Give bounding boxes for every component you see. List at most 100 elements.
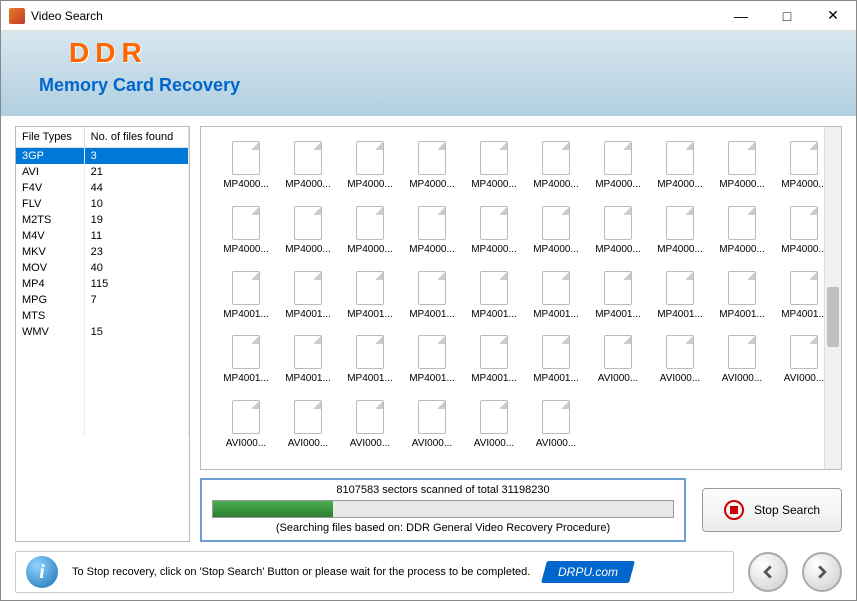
file-item[interactable]: MP4000...: [401, 206, 463, 269]
file-item[interactable]: MP4000...: [649, 206, 711, 269]
file-item[interactable]: MP4000...: [525, 141, 587, 204]
file-item[interactable]: MP4000...: [277, 206, 339, 269]
table-row[interactable]: WMV15: [16, 324, 189, 340]
close-button[interactable]: ✕: [810, 1, 856, 31]
file-item[interactable]: MP4000...: [649, 141, 711, 204]
file-label: MP4000...: [589, 179, 647, 190]
info-icon: i: [26, 556, 58, 588]
minimize-button[interactable]: ―: [718, 1, 764, 31]
col-files-found[interactable]: No. of files found: [84, 127, 188, 148]
file-item[interactable]: MP4001...: [401, 335, 463, 398]
file-item[interactable]: MP4000...: [277, 141, 339, 204]
file-item[interactable]: AVI000...: [339, 400, 401, 463]
file-icon: [294, 400, 322, 434]
file-item[interactable]: MP4000...: [215, 141, 277, 204]
file-item[interactable]: AVI000...: [463, 400, 525, 463]
file-item[interactable]: MP4001...: [463, 271, 525, 334]
table-row[interactable]: MOV40: [16, 260, 189, 276]
file-item[interactable]: MP4000...: [463, 206, 525, 269]
table-row[interactable]: MKV23: [16, 244, 189, 260]
file-label: MP4001...: [465, 373, 523, 384]
table-row[interactable]: MP4115: [16, 276, 189, 292]
file-item[interactable]: MP4000...: [711, 206, 773, 269]
table-row[interactable]: M2TS19: [16, 212, 189, 228]
table-row[interactable]: M4V11: [16, 228, 189, 244]
cell-count: 11: [84, 228, 188, 244]
stop-search-button[interactable]: Stop Search: [702, 488, 842, 532]
file-item[interactable]: MP4001...: [587, 271, 649, 334]
file-label: MP4000...: [341, 244, 399, 255]
file-label: AVI000...: [217, 438, 275, 449]
file-item[interactable]: MP4000...: [339, 141, 401, 204]
file-item[interactable]: MP4001...: [525, 271, 587, 334]
cell-type: M4V: [16, 228, 84, 244]
file-item[interactable]: MP4000...: [463, 141, 525, 204]
cell-count: 23: [84, 244, 188, 260]
file-item[interactable]: MP4001...: [215, 271, 277, 334]
cell-type: MOV: [16, 260, 84, 276]
file-item[interactable]: MP4000...: [711, 141, 773, 204]
file-item[interactable]: MP4001...: [339, 335, 401, 398]
table-row[interactable]: AVI21: [16, 164, 189, 180]
table-row[interactable]: FLV10: [16, 196, 189, 212]
file-item[interactable]: AVI000...: [401, 400, 463, 463]
file-item[interactable]: MP4001...: [649, 271, 711, 334]
file-icon: [294, 335, 322, 369]
file-icon: [418, 400, 446, 434]
file-item[interactable]: MP4001...: [525, 335, 587, 398]
file-icon: [542, 206, 570, 240]
scrollbar[interactable]: [824, 127, 841, 469]
file-item[interactable]: MP4001...: [463, 335, 525, 398]
scrollbar-thumb[interactable]: [827, 287, 839, 347]
prev-button[interactable]: [748, 552, 788, 592]
file-item[interactable]: MP4001...: [401, 271, 463, 334]
file-item[interactable]: MP4000...: [339, 206, 401, 269]
table-row[interactable]: MTS: [16, 308, 189, 324]
footer-hint: To Stop recovery, click on 'Stop Search'…: [72, 566, 530, 578]
file-item[interactable]: AVI000...: [525, 400, 587, 463]
file-item[interactable]: MP4000...: [587, 141, 649, 204]
file-item[interactable]: MP4000...: [525, 206, 587, 269]
table-row[interactable]: 3GP3: [16, 148, 189, 165]
file-item[interactable]: MP4000...: [401, 141, 463, 204]
cell-count: [84, 308, 188, 324]
cell-type: 3GP: [16, 148, 84, 165]
col-file-types[interactable]: File Types: [16, 127, 84, 148]
file-label: MP4001...: [341, 309, 399, 320]
file-icon: [542, 271, 570, 305]
file-icon: [666, 335, 694, 369]
file-item[interactable]: MP4001...: [711, 271, 773, 334]
table-row-empty: [16, 388, 189, 404]
file-icon: [728, 141, 756, 175]
right-panel: ··· ··· ··· ··· ··· ··· ··· ··· ··· ··· …: [200, 126, 842, 542]
brand-link[interactable]: DRPU.com: [541, 561, 635, 583]
cell-count: 7: [84, 292, 188, 308]
maximize-button[interactable]: □: [764, 1, 810, 31]
file-label: MP4001...: [279, 373, 337, 384]
file-item[interactable]: AVI000...: [587, 335, 649, 398]
file-item[interactable]: AVI000...: [277, 400, 339, 463]
table-row-empty: [16, 420, 189, 436]
file-icon: [728, 206, 756, 240]
file-label: MP4001...: [713, 309, 771, 320]
file-item[interactable]: AVI000...: [649, 335, 711, 398]
file-icon: [604, 271, 632, 305]
file-icon: [232, 141, 260, 175]
table-row[interactable]: MPG7: [16, 292, 189, 308]
file-item[interactable]: MP4001...: [277, 271, 339, 334]
file-item[interactable]: MP4001...: [215, 335, 277, 398]
hint-bar: i To Stop recovery, click on 'Stop Searc…: [15, 551, 734, 593]
file-icon: [542, 400, 570, 434]
file-label: MP4000...: [403, 244, 461, 255]
file-item[interactable]: AVI000...: [711, 335, 773, 398]
window-title: Video Search: [31, 9, 718, 23]
file-item[interactable]: AVI000...: [215, 400, 277, 463]
file-item[interactable]: MP4000...: [587, 206, 649, 269]
next-button[interactable]: [802, 552, 842, 592]
file-label: MP4000...: [465, 244, 523, 255]
file-item[interactable]: MP4000...: [215, 206, 277, 269]
file-icon: [356, 400, 384, 434]
file-item[interactable]: MP4001...: [339, 271, 401, 334]
file-item[interactable]: MP4001...: [277, 335, 339, 398]
table-row[interactable]: F4V44: [16, 180, 189, 196]
